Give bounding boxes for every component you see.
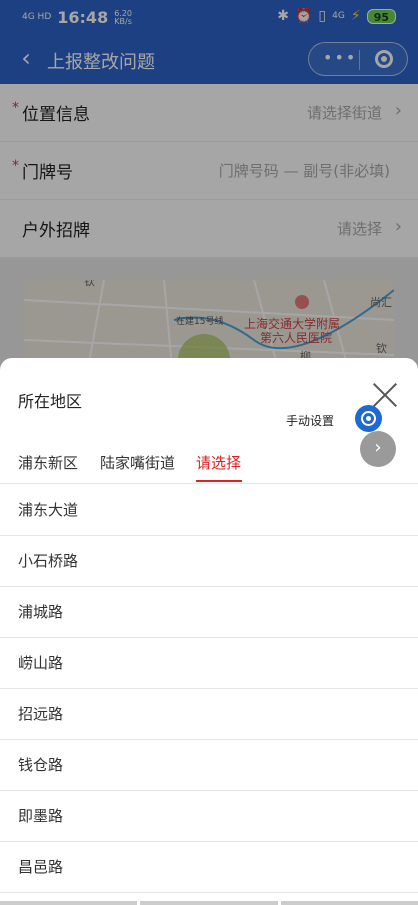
list-item[interactable]: 小石桥路 xyxy=(0,536,418,587)
region-tabs: 浦东新区 陆家嘴街道 请选择 xyxy=(0,446,418,484)
sheet-title: 所在地区 xyxy=(18,392,83,411)
tab-street[interactable]: 陆家嘴街道 xyxy=(100,452,175,473)
road-list: 浦东大道 小石桥路 浦城路 崂山路 招远路 钱仓路 即墨路 昌邑路 xyxy=(0,485,418,893)
bottom-bar-segment xyxy=(280,901,418,905)
bottom-bar-segment xyxy=(0,901,138,905)
list-item[interactable]: 浦城路 xyxy=(0,587,418,638)
list-item[interactable]: 钱仓路 xyxy=(0,740,418,791)
close-icon[interactable] xyxy=(372,382,398,408)
locate-icon[interactable] xyxy=(355,405,382,432)
tab-select[interactable]: 请选择 xyxy=(196,452,241,473)
list-item[interactable]: 昌邑路 xyxy=(0,842,418,893)
active-tab-underline xyxy=(196,480,242,482)
list-item[interactable]: 崂山路 xyxy=(0,638,418,689)
region-picker-sheet: 所在地区 手动设置 › 浦东新区 陆家嘴街道 请选择 浦东大道 小石桥路 浦城路… xyxy=(0,358,418,905)
list-item[interactable]: 招远路 xyxy=(0,689,418,740)
list-item[interactable]: 浦东大道 xyxy=(0,485,418,536)
list-item[interactable]: 即墨路 xyxy=(0,791,418,842)
bottom-bar-segment xyxy=(140,901,278,905)
bottom-bar xyxy=(0,901,418,905)
tab-district[interactable]: 浦东新区 xyxy=(18,452,78,473)
manual-setting-label[interactable]: 手动设置 xyxy=(286,412,334,429)
